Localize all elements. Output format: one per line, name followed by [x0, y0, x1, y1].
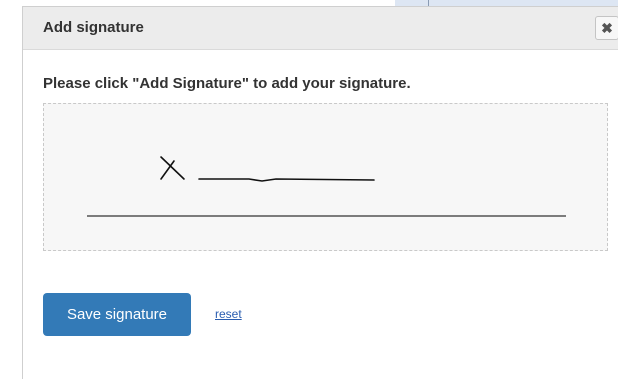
dialog-title: Add signature: [43, 19, 144, 36]
signature-x-mark: [160, 156, 185, 180]
dialog-titlebar: Add signature ✖: [23, 7, 618, 50]
close-button[interactable]: ✖: [595, 16, 618, 40]
save-signature-button[interactable]: Save signature: [43, 293, 191, 336]
reset-link[interactable]: reset: [215, 307, 242, 321]
signature-pad[interactable]: [43, 103, 608, 251]
close-icon: ✖: [601, 19, 613, 36]
signature-scribble-line: [198, 178, 375, 182]
signature-canvas: [87, 156, 566, 217]
instructions-text: Please click "Add Signature" to add your…: [43, 75, 411, 92]
add-signature-dialog: Add signature ✖ Please click "Add Signat…: [22, 6, 618, 379]
